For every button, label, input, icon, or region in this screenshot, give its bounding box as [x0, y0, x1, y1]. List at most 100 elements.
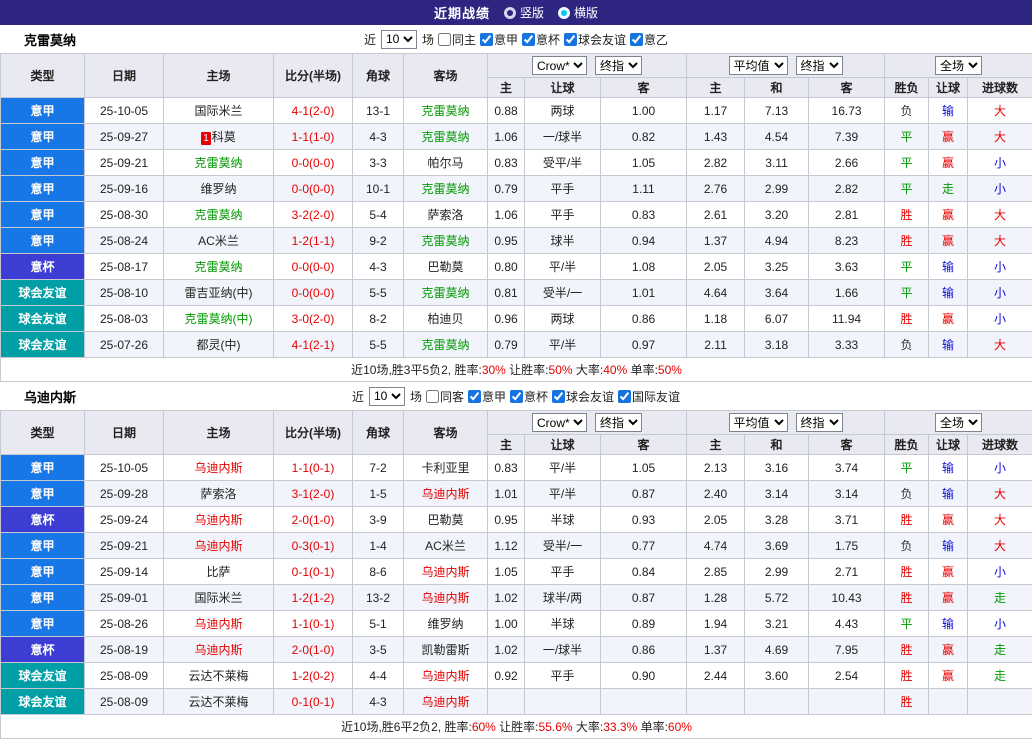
filter-checkbox[interactable] — [522, 33, 535, 46]
filter-checkbox[interactable] — [438, 33, 451, 46]
average-odds-cell: 1.43 — [687, 124, 745, 150]
filter-checkbox[interactable] — [426, 390, 439, 403]
summary-segment: 单率: — [637, 720, 668, 734]
average-time-select[interactable]: 终指 — [796, 413, 843, 432]
handicap-odds-cell: 0.90 — [601, 663, 687, 689]
team-link[interactable]: 巴勒莫 — [427, 260, 463, 274]
away-cell: 克雷莫纳 — [404, 124, 488, 150]
filter-checkbox[interactable] — [630, 33, 643, 46]
home-cell: 克雷莫纳 — [164, 150, 274, 176]
filter-check[interactable]: 意乙 — [630, 31, 668, 48]
average-odds-cell — [687, 689, 745, 715]
team-link[interactable]: 维罗纳 — [200, 182, 236, 196]
average-odds-cell: 2.05 — [687, 507, 745, 533]
filter-check[interactable]: 同客 — [426, 388, 464, 405]
sub-header: 主 — [488, 435, 525, 455]
handicap-odds-cell: 1.06 — [488, 202, 525, 228]
team-link[interactable]: 克雷莫纳 — [194, 260, 242, 274]
team-link[interactable]: 乌迪内斯 — [421, 695, 469, 709]
odds-time-select[interactable]: 终指 — [595, 413, 642, 432]
filter-check[interactable]: 意甲 — [480, 31, 518, 48]
filter-check[interactable]: 球会友谊 — [552, 388, 614, 405]
team-link[interactable]: 帕尔马 — [427, 156, 463, 170]
average-odds-cell: 7.95 — [809, 637, 885, 663]
result-cell: 平 — [885, 150, 929, 176]
odds-time-select[interactable]: 终指 — [595, 56, 642, 75]
team-link[interactable]: 凯勒雷斯 — [421, 643, 469, 657]
team-link[interactable]: 柏迪贝 — [427, 312, 463, 326]
average-odds-cell: 7.13 — [745, 98, 809, 124]
team-link[interactable]: 克雷莫纳 — [421, 286, 469, 300]
team-link[interactable]: 云达不莱梅 — [188, 669, 248, 683]
team-link[interactable]: 国际米兰 — [194, 591, 242, 605]
filter-checkbox[interactable] — [618, 390, 631, 403]
team-link[interactable]: 克雷莫纳 — [421, 104, 469, 118]
filter-checkbox[interactable] — [468, 390, 481, 403]
scope-select[interactable]: 全场 — [935, 413, 982, 432]
average-time-select[interactable]: 终指 — [796, 56, 843, 75]
team-link[interactable]: 乌迪内斯 — [194, 643, 242, 657]
team-link[interactable]: 国际米兰 — [194, 104, 242, 118]
team-link[interactable]: 比萨 — [206, 565, 230, 579]
filter-check[interactable]: 意甲 — [468, 388, 506, 405]
team-link[interactable]: 克雷莫纳 — [421, 338, 469, 352]
layout-option-horizontal[interactable]: 横版 — [558, 4, 598, 21]
team-link[interactable]: 乌迪内斯 — [421, 669, 469, 683]
average-select[interactable]: 平均值 — [729, 413, 788, 432]
team-link[interactable]: 克雷莫纳 — [194, 208, 242, 222]
average-odds-cell: 3.64 — [745, 280, 809, 306]
team-link[interactable]: 巴勒莫 — [427, 513, 463, 527]
away-cell: 柏迪贝 — [404, 306, 488, 332]
scope-select[interactable]: 全场 — [935, 56, 982, 75]
handicap-odds-cell: 平手 — [525, 176, 601, 202]
team-link[interactable]: 乌迪内斯 — [194, 513, 242, 527]
filter-check[interactable]: 球会友谊 — [564, 31, 626, 48]
team-link[interactable]: AC米兰 — [198, 234, 239, 248]
team-link[interactable]: 克雷莫纳 — [421, 182, 469, 196]
average-group-header: 平均值终指 — [687, 54, 885, 78]
team-link[interactable]: 雷吉亚纳(中) — [185, 286, 253, 300]
filter-check[interactable]: 同主 — [438, 31, 476, 48]
radio-vertical-icon — [504, 7, 516, 19]
filter-check[interactable]: 意杯 — [522, 31, 560, 48]
handicap-odds-cell: 0.92 — [488, 663, 525, 689]
team-link[interactable]: 卡利亚里 — [421, 461, 469, 475]
team-link[interactable]: 乌迪内斯 — [421, 591, 469, 605]
recent-count-select[interactable]: 10 — [369, 387, 405, 406]
team-link[interactable]: AC米兰 — [425, 539, 466, 553]
home-cell: 克雷莫纳 — [164, 254, 274, 280]
filter-checkbox[interactable] — [510, 390, 523, 403]
handicap-odds-cell: 平/半 — [525, 455, 601, 481]
team-link[interactable]: 克雷莫纳 — [421, 234, 469, 248]
team-link[interactable]: 乌迪内斯 — [194, 461, 242, 475]
team-link[interactable]: 克雷莫纳 — [421, 130, 469, 144]
odds-company-select[interactable]: Crow* — [532, 413, 587, 432]
team-link[interactable]: 克雷莫纳(中) — [185, 312, 253, 326]
league-cell: 意杯 — [1, 507, 85, 533]
odds-company-select[interactable]: Crow* — [532, 56, 587, 75]
result-cell: 赢 — [929, 150, 968, 176]
filter-checkbox[interactable] — [564, 33, 577, 46]
team-link[interactable]: 乌迪内斯 — [194, 539, 242, 553]
filter-check[interactable]: 国际友谊 — [618, 388, 680, 405]
team-link[interactable]: 乌迪内斯 — [421, 487, 469, 501]
team-link[interactable]: 科莫 — [212, 130, 236, 144]
team-link[interactable]: 萨索洛 — [427, 208, 463, 222]
league-cell: 意甲 — [1, 481, 85, 507]
layout-option-vertical[interactable]: 竖版 — [504, 4, 544, 21]
filter-check[interactable]: 意杯 — [510, 388, 548, 405]
filter-checkbox[interactable] — [480, 33, 493, 46]
team-link[interactable]: 都灵(中) — [197, 338, 241, 352]
team-link[interactable]: 维罗纳 — [427, 617, 463, 631]
team-link[interactable]: 乌迪内斯 — [421, 565, 469, 579]
team-link[interactable]: 萨索洛 — [200, 487, 236, 501]
team-link[interactable]: 云达不莱梅 — [188, 695, 248, 709]
column-header: 角球 — [353, 411, 404, 455]
team-link[interactable]: 克雷莫纳 — [194, 156, 242, 170]
team-link[interactable]: 乌迪内斯 — [194, 617, 242, 631]
filter-checkbox[interactable] — [552, 390, 565, 403]
recent-count-select[interactable]: 10 — [381, 30, 417, 49]
average-select[interactable]: 平均值 — [729, 56, 788, 75]
results-table: 类型日期主场比分(半场)角球客场 Crow*终指 平均值终指 全场 主让球客主和… — [0, 410, 1032, 739]
league-cell: 球会友谊 — [1, 280, 85, 306]
